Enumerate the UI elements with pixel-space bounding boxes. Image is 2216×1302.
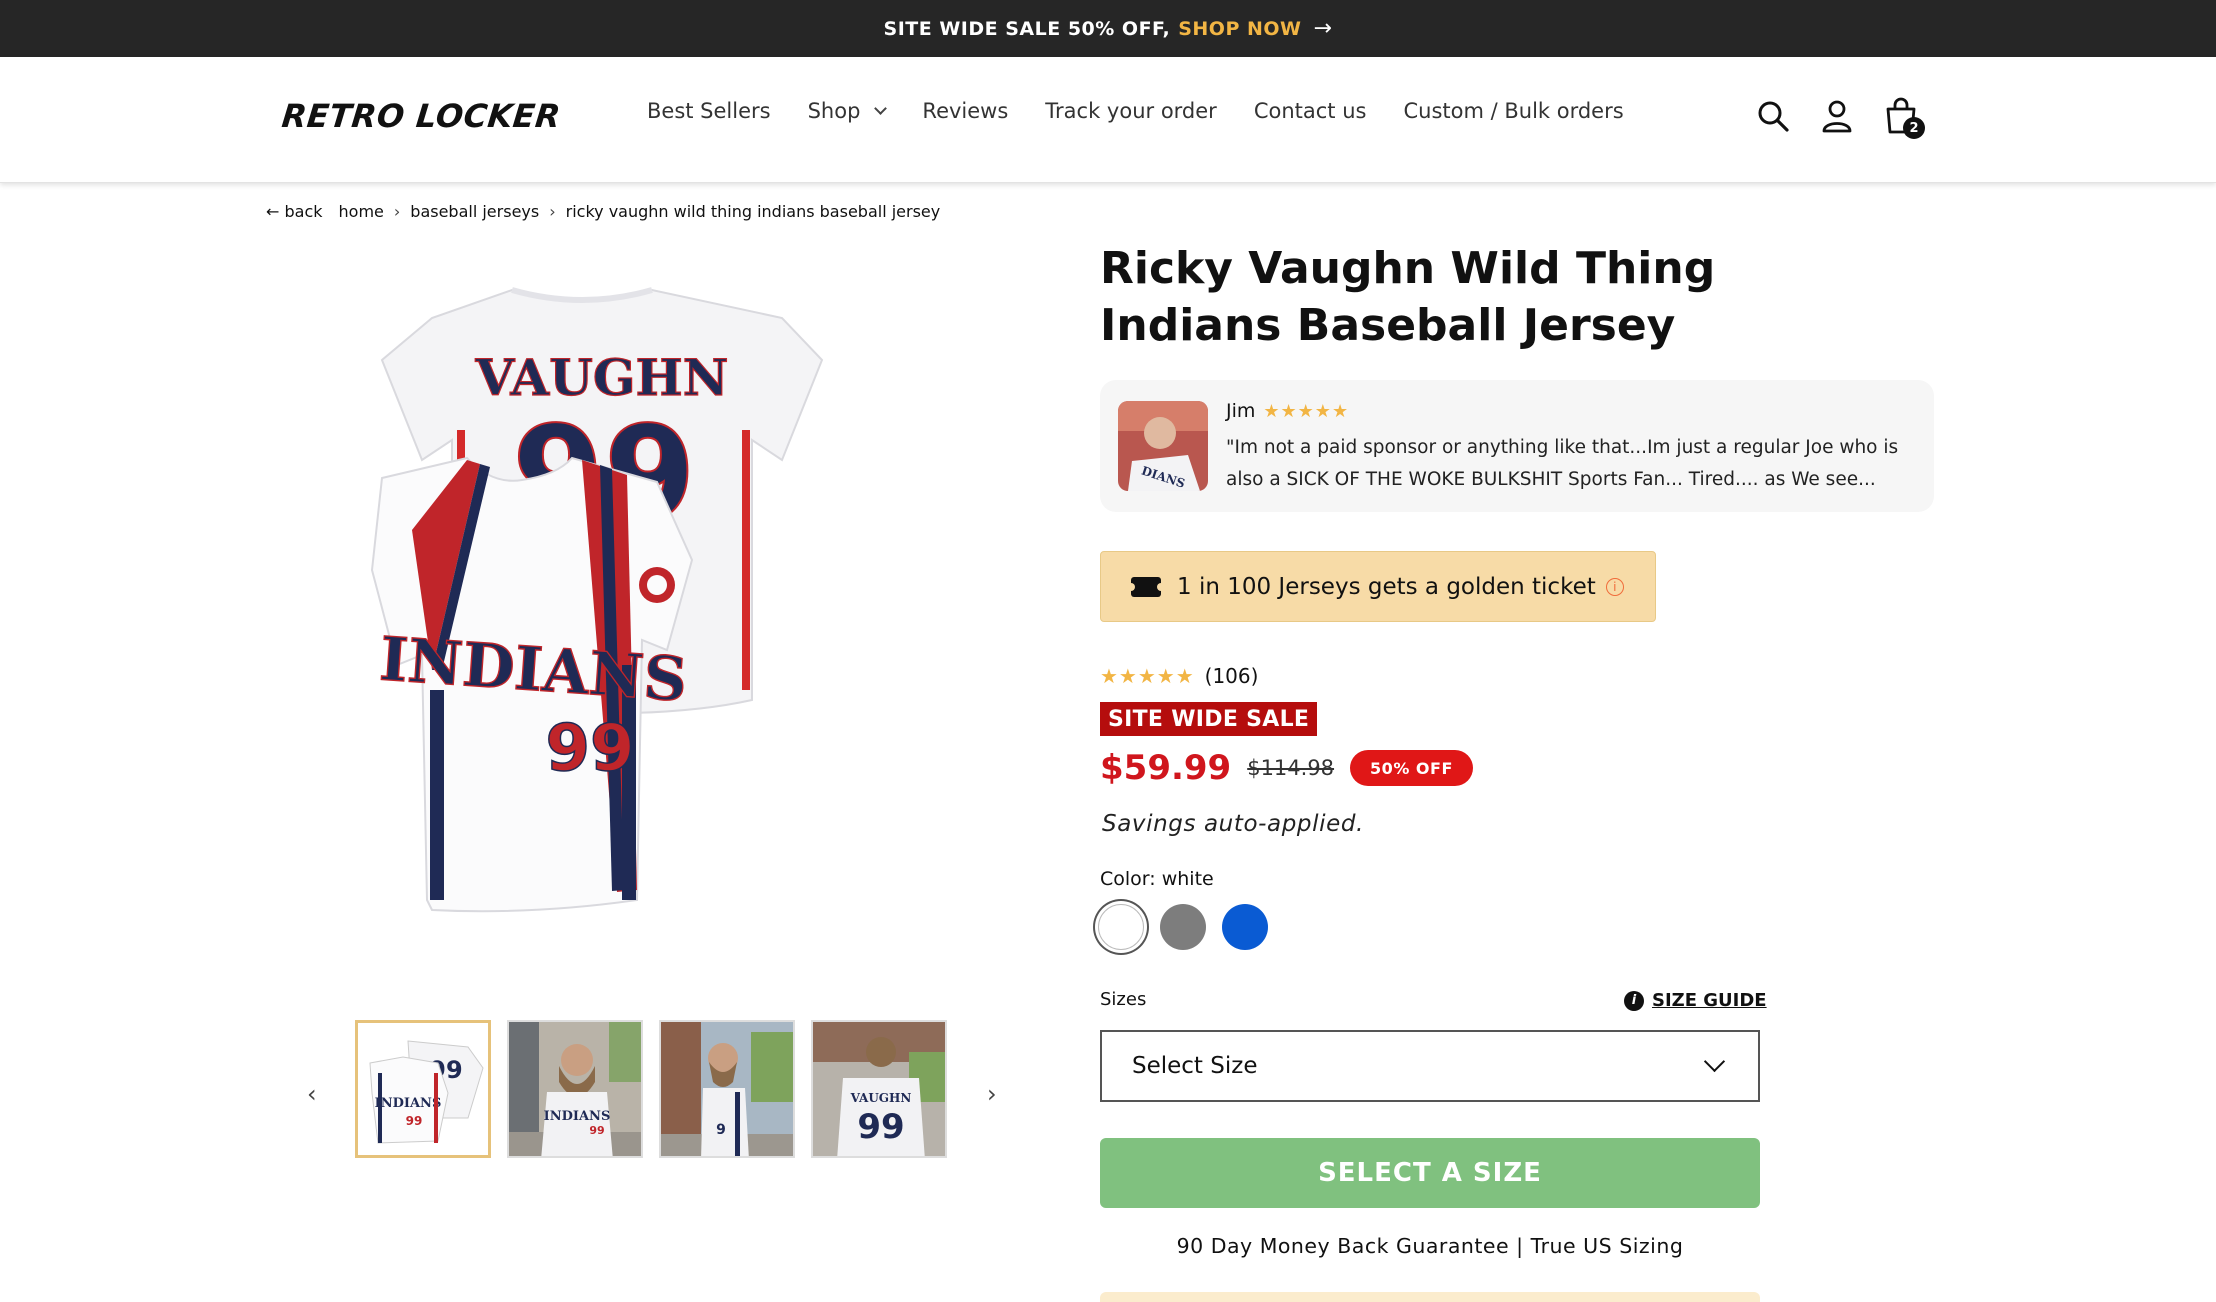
golden-ticket-text: 1 in 100 Jerseys gets a golden ticket [1177,573,1596,600]
cart-count-badge: 2 [1903,117,1925,139]
product-rating[interactable]: ★★★★★ (106) [1100,664,1258,688]
swatch-gray[interactable] [1160,904,1206,950]
chevron-down-icon [874,101,888,115]
thumbnail-4[interactable]: VAUGHN 99 [811,1020,947,1158]
svg-text:99: 99 [857,1107,904,1147]
sizes-label: Sizes [1100,989,1147,1010]
back-link[interactable]: ← back [266,202,323,221]
thumbnail-strip: 99 INDIANS 99 INDIANS 99 9 VAUGHN 99 [355,1020,963,1158]
thumbnail-3[interactable]: 9 [659,1020,795,1158]
info-icon[interactable]: i [1605,577,1624,596]
sale-badge: SITE WIDE SALE [1100,702,1318,736]
search-icon[interactable] [1755,98,1791,134]
swatch-white[interactable] [1098,904,1144,950]
nav-shop-label: Shop [807,99,861,123]
rating-stars: ★★★★★ [1100,664,1195,688]
price-row: $59.99 $114.98 50% OFF [1100,748,1473,788]
chevron-down-icon [1703,1050,1726,1073]
size-guide-label: SIZE GUIDE [1652,990,1767,1011]
info-icon: i [1624,990,1644,1011]
breadcrumb-home[interactable]: home [339,202,384,221]
ticket-icon [1127,576,1165,597]
thumbnail-2[interactable]: INDIANS 99 [507,1020,643,1158]
cart-icon[interactable]: 2 [1883,97,1925,139]
svg-text:99: 99 [589,1124,604,1137]
main-nav: Best Sellers Shop Reviews Track your ord… [647,99,1661,123]
reviewer-name: Jim [1226,400,1256,422]
site-header: RETRO LOCKER Best Sellers Shop Reviews T… [0,57,2216,183]
arrow-right-icon[interactable]: → [1314,16,1333,41]
svg-text:INDIANS: INDIANS [544,1109,611,1124]
savings-note: Savings auto-applied. [1102,811,1364,837]
thumbnail-prev-arrow[interactable]: ‹ [307,1080,317,1108]
svg-text:INDIANS: INDIANS [375,1096,442,1111]
thumbnail-1[interactable]: 99 INDIANS 99 [355,1020,491,1158]
product-title: Ricky Vaughn Wild Thing Indians Baseball… [1100,243,1716,351]
nav-contact[interactable]: Contact us [1254,99,1367,123]
color-swatches [1098,904,1268,950]
breadcrumb-baseball-jerseys[interactable]: baseball jerseys [410,202,539,221]
guarantee-text: 90 Day Money Back Guarantee | True US Si… [1176,1234,1684,1258]
next-section-edge [1100,1292,1760,1302]
svg-text:99: 99 [406,1114,423,1128]
jersey-front-illustration: INDIANS 99 [370,456,694,913]
nav-custom-bulk[interactable]: Custom / Bulk orders [1403,99,1623,123]
select-size-button[interactable]: SELECT A SIZE [1100,1138,1760,1208]
chevron-right-icon: › [549,202,556,221]
original-price: $114.98 [1247,756,1335,780]
review-stars: ★★★★★ [1263,400,1350,422]
size-select-value: Select Size [1132,1053,1258,1079]
nav-reviews[interactable]: Reviews [922,99,1008,123]
header-icons: 2 [1755,97,1925,139]
shop-now-link[interactable]: SHOP NOW [1178,18,1301,40]
svg-text:VAUGHN: VAUGHN [850,1091,912,1105]
account-icon[interactable] [1819,98,1855,134]
nav-shop[interactable]: Shop [807,99,888,123]
reviewer-avatar: DIANS [1118,401,1208,491]
main-product-image[interactable]: VAUGHN 99 INDIANS 99 [282,270,1030,950]
thumbnail-next-arrow[interactable]: › [987,1080,997,1108]
sale-price: $59.99 [1100,748,1232,788]
golden-ticket-banner: 1 in 100 Jerseys gets a golden ticket i [1100,551,1656,622]
featured-review-card: DIANS Jim ★★★★★ "Im not a paid sponsor o… [1100,380,1934,512]
swatch-blue[interactable] [1222,904,1268,950]
color-label: Color: white [1100,868,1214,890]
size-guide-link[interactable]: i SIZE GUIDE [1624,990,1767,1011]
size-select[interactable]: Select Size [1100,1030,1760,1102]
chevron-right-icon: › [393,202,401,221]
breadcrumb: ← back home › baseball jerseys › ricky v… [266,202,940,221]
nav-track-order[interactable]: Track your order [1045,99,1217,123]
svg-text:9: 9 [716,1122,726,1138]
rating-count: (106) [1204,664,1259,688]
logo[interactable]: RETRO LOCKER [280,97,563,135]
discount-badge: 50% OFF [1350,750,1473,786]
svg-text:99: 99 [545,712,634,786]
nav-best-sellers[interactable]: Best Sellers [647,99,771,123]
reviewer-name-row: Jim ★★★★★ [1226,400,1349,422]
announcement-text: SITE WIDE SALE 50% OFF, [883,17,1171,40]
announcement-bar: SITE WIDE SALE 50% OFF, SHOP NOW → [0,0,2216,57]
review-text: "Im not a paid sponsor or anything like … [1226,437,1899,490]
breadcrumb-current: ricky vaughn wild thing indians baseball… [565,202,941,221]
